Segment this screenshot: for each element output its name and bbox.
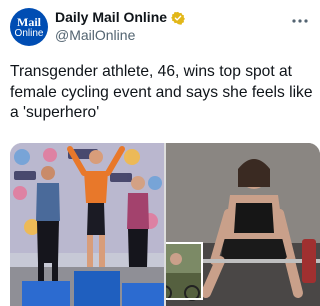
podium-photo-image[interactable] [10, 143, 164, 306]
avatar-logo-line1: Mail [17, 14, 41, 29]
tweet-media[interactable] [10, 143, 320, 306]
weightlifting-photo-image[interactable] [166, 143, 320, 306]
tweet-header: Mail Online Daily Mail Online @MailOnlin… [10, 6, 310, 46]
display-name[interactable]: Daily Mail Online [55, 9, 167, 26]
avatar-logo-line2: Online [14, 27, 44, 39]
gold-verified-badge-icon [171, 11, 185, 25]
tweet-text: Transgender athlete, 46, wins top spot a… [10, 63, 313, 121]
avatar[interactable]: Mail Online [10, 8, 48, 46]
more-options-icon[interactable] [292, 10, 308, 26]
account-handle[interactable]: @MailOnline [55, 26, 185, 44]
account-names: Daily Mail Online @MailOnline [55, 9, 185, 44]
